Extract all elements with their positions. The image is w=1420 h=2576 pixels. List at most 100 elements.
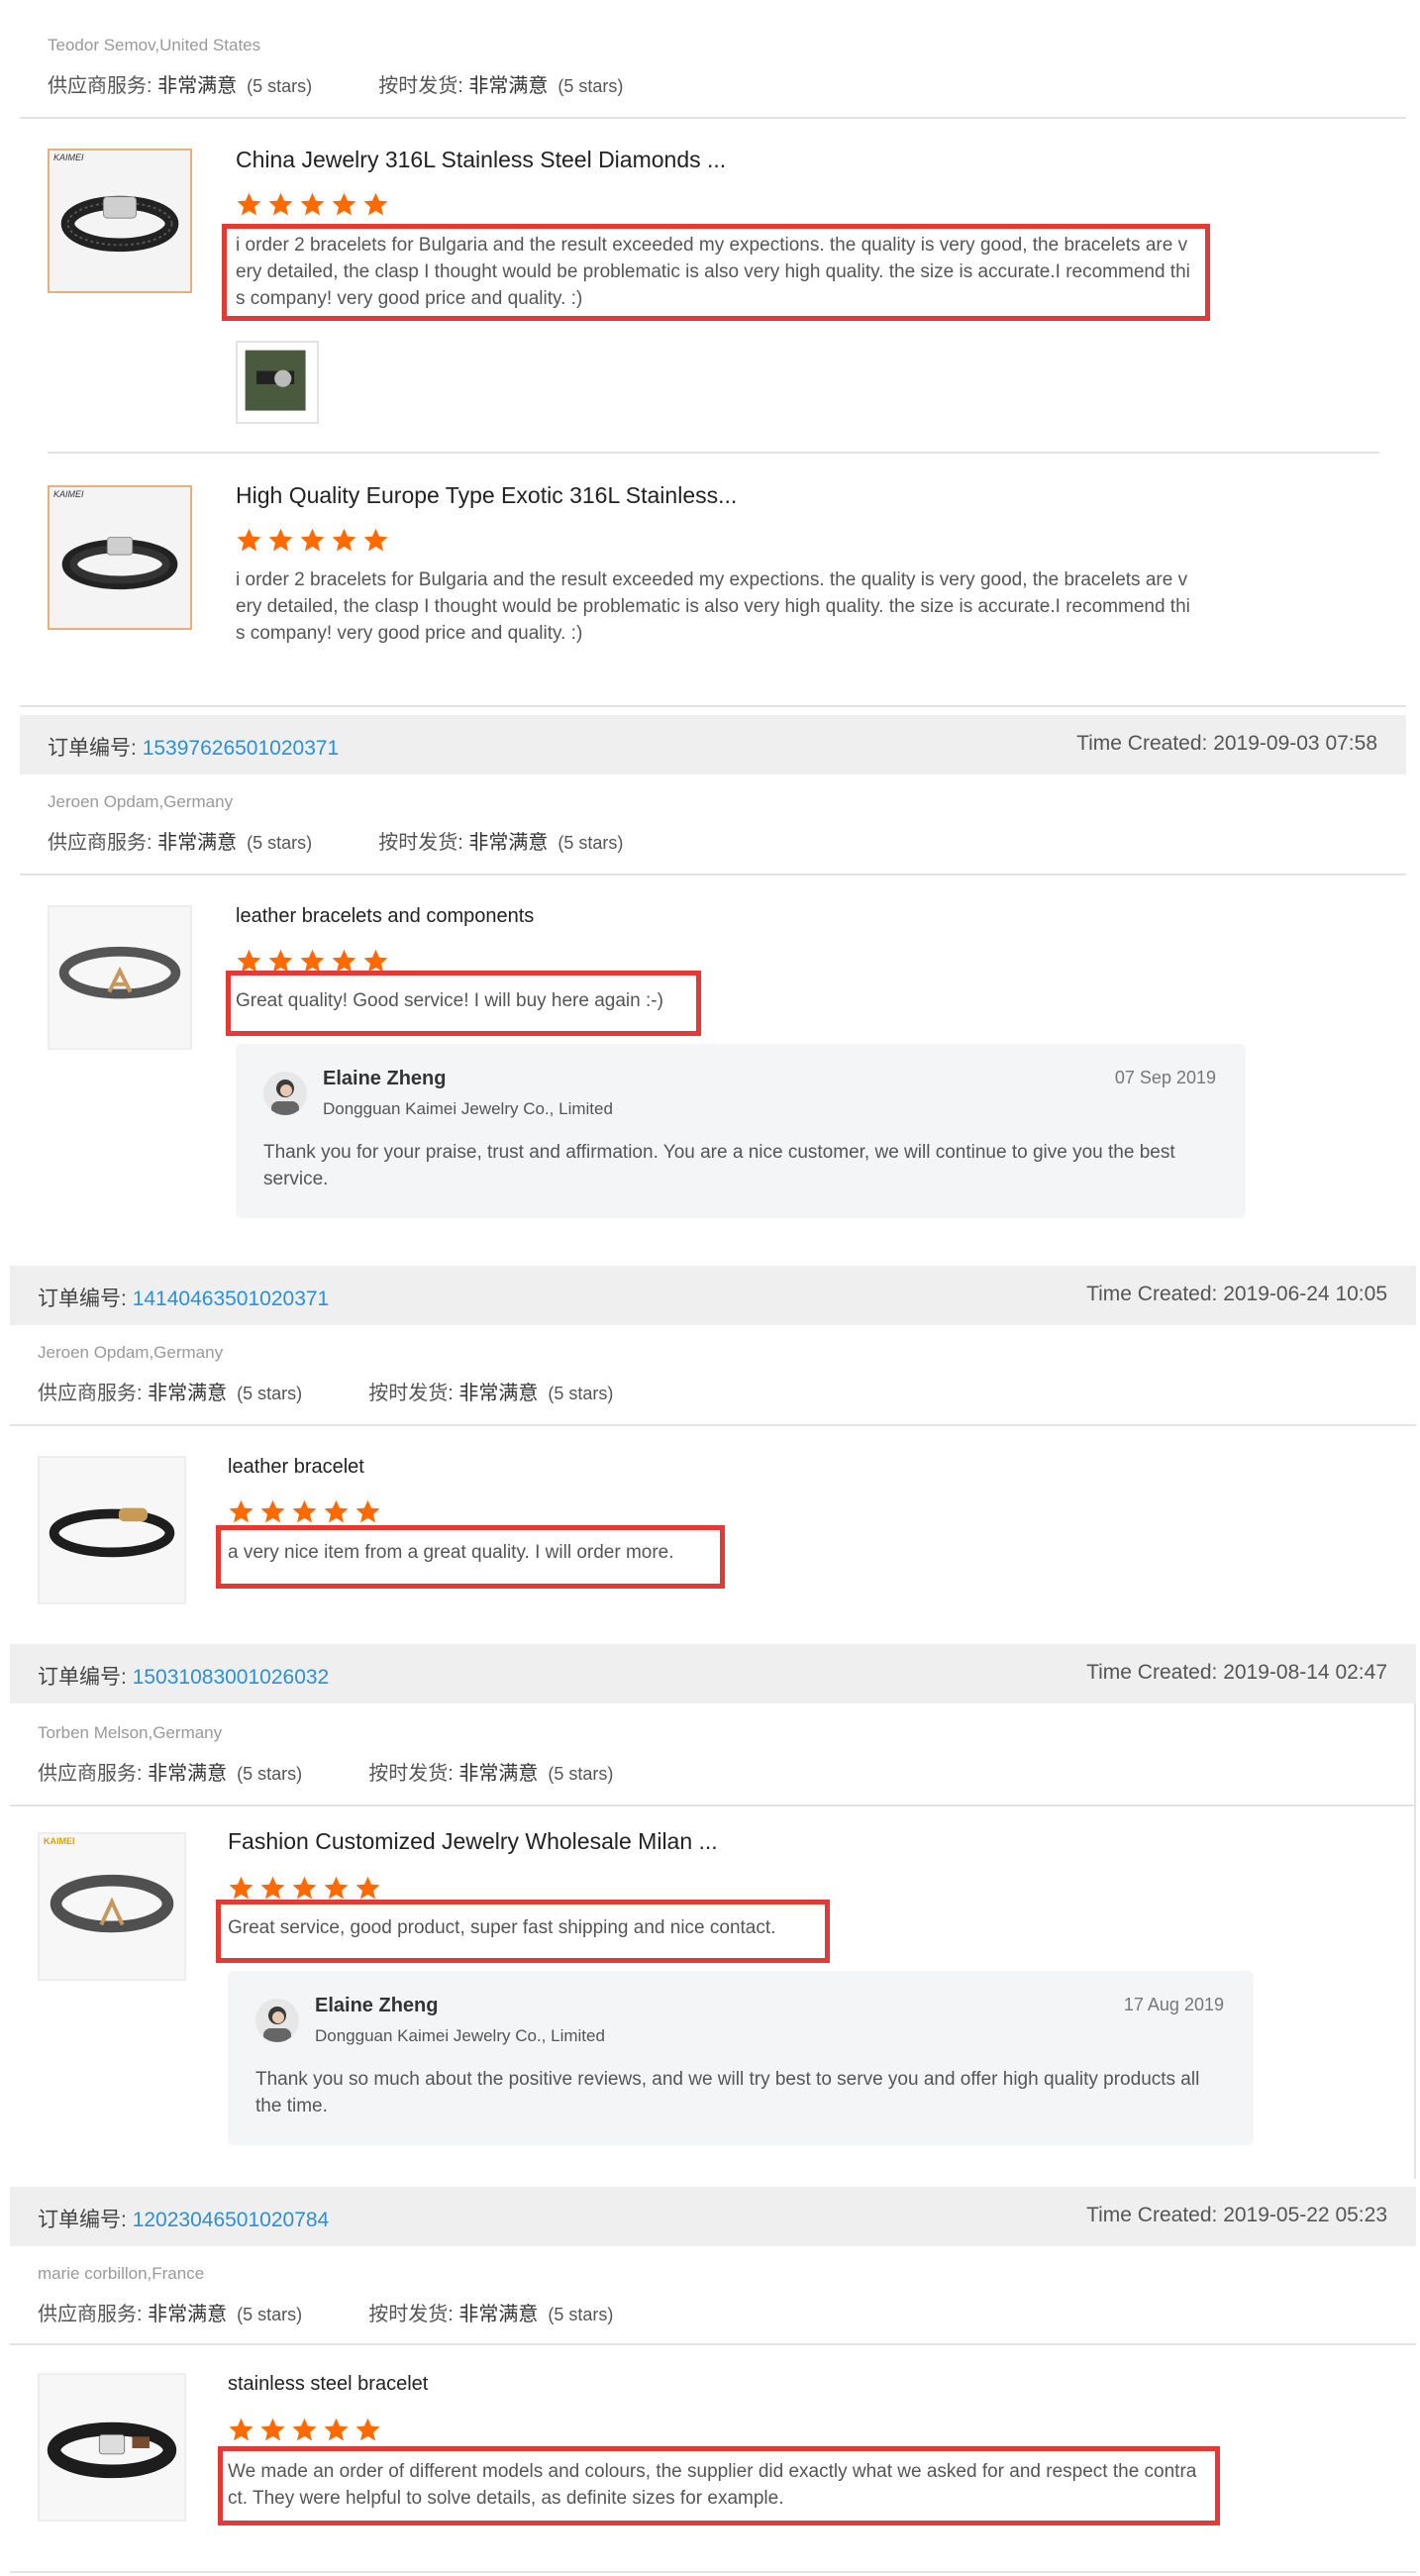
star-rating [228,1875,381,1902]
divider [10,2343,1416,2345]
avatar [255,1999,299,2042]
seller-reply: Elaine Zheng Dongguan Kaimei Jewelry Co.… [236,1044,1246,1218]
star-icon [229,1499,254,1523]
star-icon [324,1876,349,1900]
divider [20,874,1406,876]
product-image[interactable]: KAIMEI [48,149,192,293]
product-title[interactable]: leather bracelet [228,1456,364,1479]
reply-author: Elaine Zheng [323,1068,447,1089]
delivery-stars: (5 stars) [558,76,624,96]
star-icon [355,1876,380,1900]
highlight-box [216,1525,725,1589]
star-icon [260,2418,285,2441]
reply-company: Dongguan Kaimei Jewelry Co., Limited [323,1099,613,1118]
supplier-service-value: 非常满意 [148,1763,228,1785]
avatar [263,1072,307,1115]
reply-text: Thank you so much about the positive rev… [255,2069,1200,2116]
divider [1414,1703,1416,2179]
product-image[interactable]: KAIMEI [48,485,192,630]
bracelet-image [58,946,181,999]
order-number-link[interactable]: 15031083001026032 [133,1666,330,1689]
star-rating [236,191,389,218]
star-icon [229,2418,254,2441]
delivery-label: 按时发货: [368,1383,454,1404]
supplier-service-value: 非常满意 [157,832,238,854]
product-image[interactable]: KAIMEI [38,1832,186,1981]
buyer-name: Jeroen Opdam,Germany [38,1343,224,1362]
product-title[interactable]: leather bracelets and components [236,905,534,928]
review-photo[interactable] [236,341,319,424]
bracelet-image [49,1507,175,1558]
seller-ratings: 供应商服务: 非常满意 (5 stars) 按时发货: 非常满意 (5 stars) [48,69,623,98]
order-number: 订单编号: 14140463501020371 [38,1288,330,1310]
product-image[interactable] [38,1456,186,1604]
reply-author: Elaine Zheng [315,1995,439,2016]
delivery-label: 按时发货: [368,2304,454,2325]
supplier-service-label: 供应商服务: [48,75,152,97]
delivery-stars: (5 stars) [548,1764,614,1784]
product-title[interactable]: China Jewelry 316L Stainless Steel Diamo… [236,147,726,173]
supplier-service-stars: (5 stars) [247,76,313,96]
seller-ratings: 供应商服务: 非常满意 (5 stars) 按时发货: 非常满意 (5 stars) [48,826,623,855]
delivery-value: 非常满意 [458,1383,539,1404]
star-icon [237,528,261,552]
supplier-service-stars: (5 stars) [237,1764,303,1784]
product-image[interactable] [48,905,192,1050]
supplier-service-label: 供应商服务: [38,1763,143,1785]
highlight-box [226,971,701,1036]
seller-ratings: 供应商服务: 非常满意 (5 stars) 按时发货: 非常满意 (5 stars) [38,1377,613,1405]
order-number: 订单编号: 15397626501020371 [48,737,340,760]
order-header: 订单编号: 14140463501020371 Time Created: 20… [10,1266,1416,1325]
divider [48,452,1379,454]
star-icon [332,192,356,216]
delivery-label: 按时发货: [378,75,463,97]
star-icon [355,1499,380,1523]
order-number-link[interactable]: 14140463501020371 [133,1288,330,1310]
order-number-link[interactable]: 15397626501020371 [143,737,340,760]
star-icon [237,192,261,216]
supplier-service-value: 非常满意 [148,1383,228,1404]
highlight-box [218,2446,1220,2525]
product-title[interactable]: stainless steel bracelet [228,2373,428,2396]
highlight-box [222,224,1210,321]
star-icon [229,1876,254,1900]
delivery-value: 非常满意 [468,832,549,854]
supplier-service-value: 非常满意 [157,75,238,97]
reply-date: 17 Aug 2019 [1123,1995,1224,2014]
star-icon [324,1499,349,1523]
divider [10,2571,1416,2573]
seller-reply: Elaine Zheng Dongguan Kaimei Jewelry Co.… [228,1971,1254,2145]
star-rating [228,1498,381,1525]
supplier-service-stars: (5 stars) [247,833,313,853]
supplier-service-label: 供应商服务: [38,2304,143,2325]
highlight-box [216,1900,830,1963]
order-header: 订单编号: 12023046501020784 Time Created: 20… [10,2187,1416,2246]
product-image[interactable] [38,2373,186,2522]
star-icon [292,1876,317,1900]
product-title[interactable]: Fashion Customized Jewelry Wholesale Mil… [228,1828,718,1855]
supplier-service-label: 供应商服务: [48,832,152,854]
order-number-link[interactable]: 12023046501020784 [133,2209,330,2231]
supplier-service-stars: (5 stars) [237,2305,303,2324]
order-number: 订单编号: 12023046501020784 [38,2209,330,2231]
bracelet-image [60,195,179,253]
product-title[interactable]: High Quality Europe Type Exotic 316L Sta… [236,482,737,509]
star-icon [300,528,325,552]
delivery-label: 按时发货: [378,832,463,854]
star-rating [236,527,389,554]
supplier-service-label: 供应商服务: [38,1383,143,1404]
star-icon [363,528,388,552]
seller-ratings: 供应商服务: 非常满意 (5 stars) 按时发货: 非常满意 (5 stars) [38,1757,613,1786]
delivery-label: 按时发货: [368,1763,454,1785]
divider [20,705,1406,707]
star-icon [332,528,356,552]
order-number: 订单编号: 15031083001026032 [38,1666,330,1689]
star-icon [363,192,388,216]
star-icon [355,2418,380,2441]
star-icon [300,192,325,216]
buyer-name: Teodor Semov,United States [48,36,261,54]
order-header: 订单编号: 15031083001026032 Time Created: 20… [10,1644,1416,1703]
delivery-value: 非常满意 [458,1763,539,1785]
buyer-name: Jeroen Opdam,Germany [48,792,234,811]
divider [10,1804,1416,1806]
